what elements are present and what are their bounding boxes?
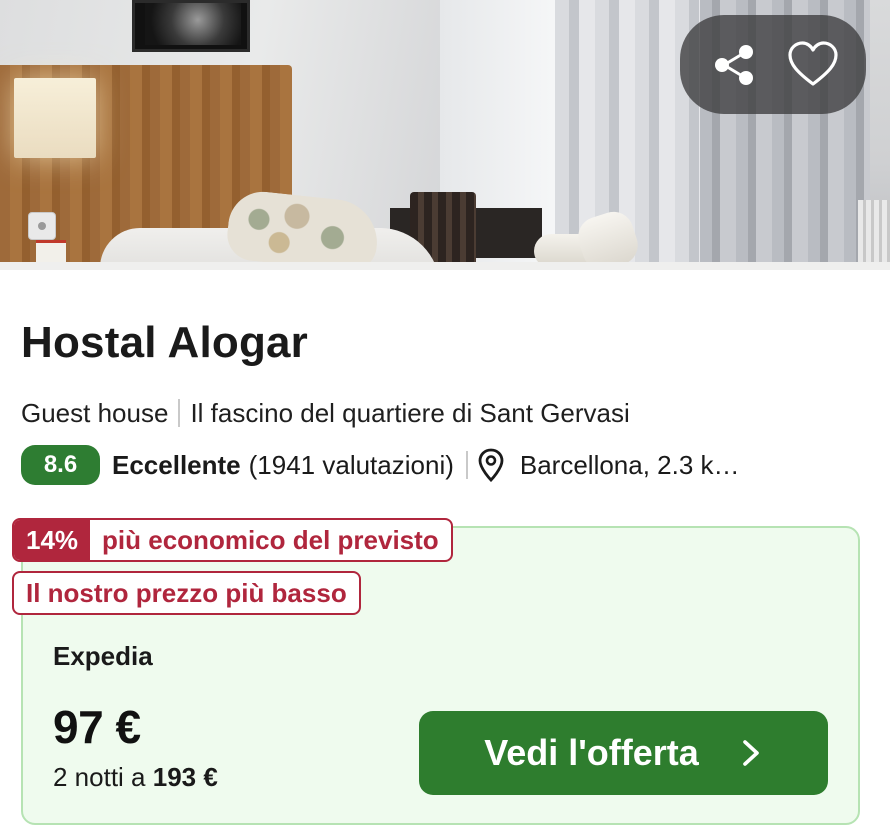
photo-radiator [858,200,890,270]
photo-socket [28,212,56,240]
heart-icon [787,40,838,86]
review-count: (1941 valutazioni) [248,450,454,480]
view-offer-label: Vedi l'offerta [484,732,699,773]
property-tagline: Il fascino del quartiere di Sant Gervasi [190,398,630,428]
rating-row: 8.6 Eccellente (1941 valutazioni) Barcel… [21,444,861,486]
lowest-price-badge: Il nostro prezzo più basso [12,571,361,615]
favorite-button[interactable] [781,33,845,97]
location-pin-icon [478,448,504,482]
hotel-name[interactable]: Hostal Alogar [21,318,308,368]
nights-prefix: 2 notti a [53,762,153,792]
rating-label: Eccellente [112,450,241,480]
rating-score-badge: 8.6 [21,445,100,485]
total-amount: 193 € [152,762,218,792]
photo-lamp [14,78,96,158]
discount-percent: 14% [14,520,91,560]
share-icon [714,44,753,85]
hotel-photo[interactable] [0,0,890,270]
divider [465,451,468,479]
hotel-meta: Guest house Il fascino del quartiere di … [21,396,630,430]
price-per-night: 97 € [53,701,141,753]
chevron-right-icon [743,740,759,766]
discount-text: più economico del previsto [102,524,439,555]
share-button[interactable] [702,33,766,97]
photo-wall-frame [132,0,250,52]
photo-actions [680,15,866,114]
view-offer-button[interactable]: Vedi l'offerta [419,711,828,795]
property-type: Guest house [21,398,169,428]
location-distance: Barcellona, 2.3 k… [519,450,740,480]
total-price: 2 notti a 193 € [53,762,218,793]
photo-bed-edge [0,262,890,270]
divider [178,399,181,427]
discount-badge: 14% più economico del previsto [12,518,453,562]
provider-name: Expedia [53,641,153,671]
